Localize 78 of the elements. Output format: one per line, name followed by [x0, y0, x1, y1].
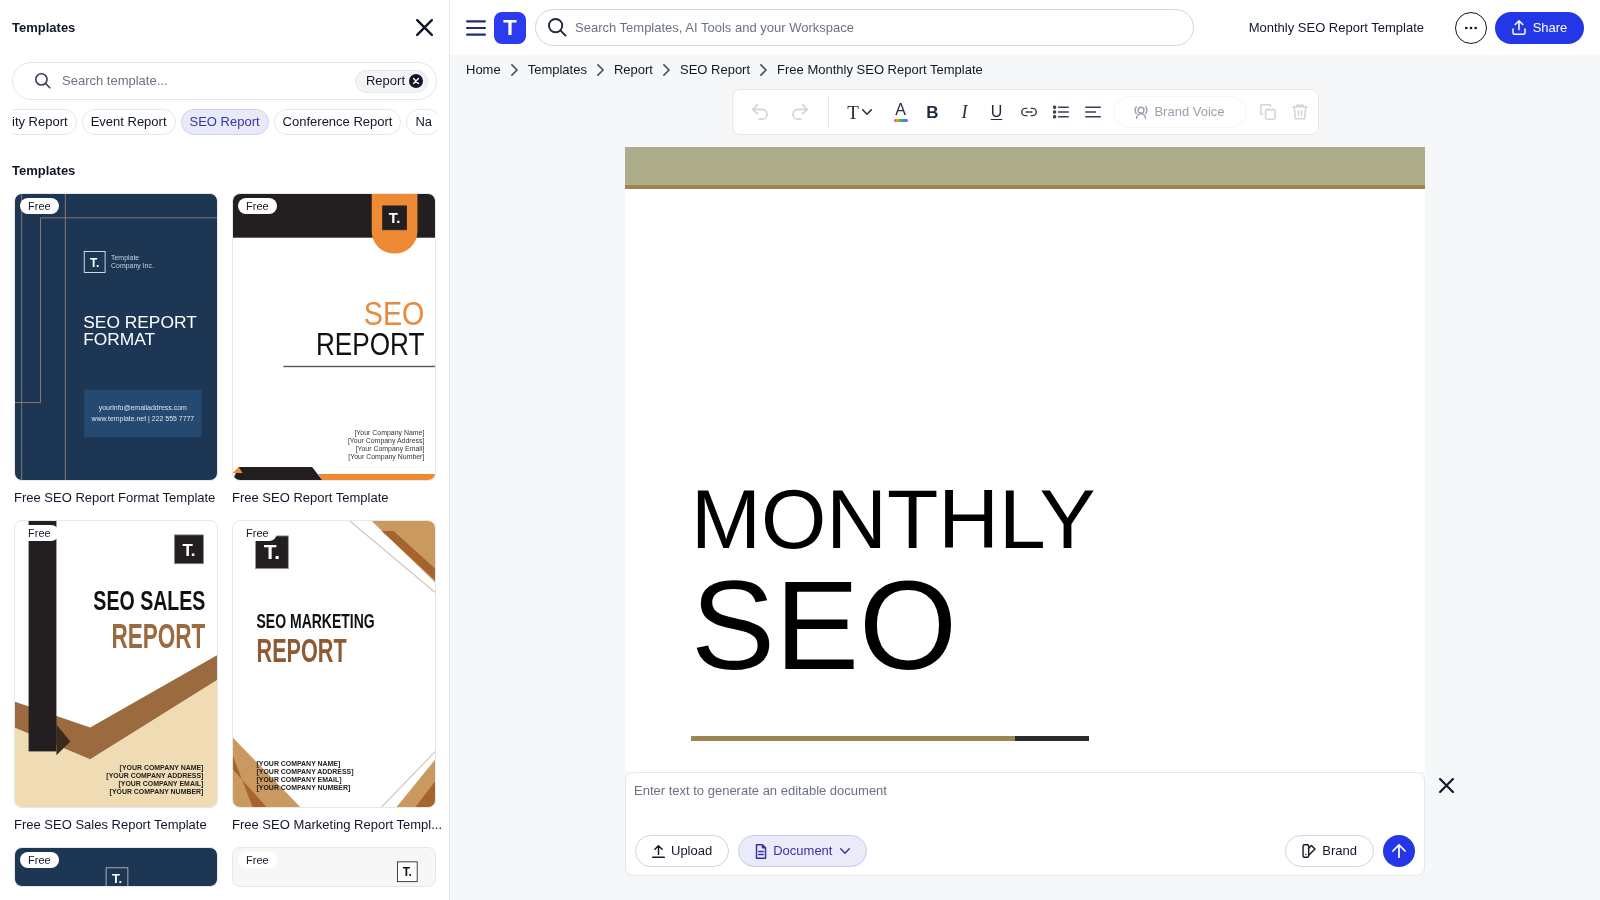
voice-icon: [1134, 105, 1149, 119]
template-title: Free SEO Report Template: [232, 489, 389, 506]
brand-button[interactable]: Brand: [1285, 835, 1374, 867]
search-input[interactable]: Search Templates, AI Tools and your Workspace: [575, 17, 1181, 38]
chevron-right-icon: [510, 64, 518, 76]
upload-button[interactable]: Upload: [635, 835, 730, 867]
document-title: Monthly SEO Report Template: [1248, 18, 1424, 37]
chevron-right-icon: [596, 64, 604, 76]
free-badge: Free: [20, 197, 59, 214]
template-title: Free SEO Marketing Report Templ...: [232, 816, 442, 833]
free-badge: Free: [238, 851, 277, 868]
tag-chip[interactable]: Na: [406, 109, 437, 135]
company-logo: T.: [174, 534, 204, 564]
cover-title: REPORT: [256, 632, 347, 669]
app-logo[interactable]: T: [494, 11, 526, 44]
breadcrumb-link[interactable]: Templates: [527, 60, 587, 80]
document-icon: [755, 843, 768, 859]
filter-chip[interactable]: Report: [354, 69, 428, 93]
close-icon: [1438, 777, 1454, 793]
chevron-down-icon: [840, 848, 851, 854]
prompt-field[interactable]: Enter text to generate an editable document Upload Document Brand: [625, 772, 1425, 876]
underline-button[interactable]: U: [980, 96, 1013, 128]
brand-icon: [1302, 844, 1317, 858]
panel-title: Templates: [12, 18, 76, 37]
section-title: Templates: [12, 162, 77, 180]
upload-icon: [652, 844, 665, 858]
breadcrumb-link[interactable]: Report: [613, 60, 653, 80]
template-thumbnail[interactable]: Free T.: [232, 846, 436, 887]
share-icon: [1511, 20, 1526, 35]
close-icon: [415, 19, 433, 36]
close-button[interactable]: [1436, 775, 1456, 795]
document-type-dropdown[interactable]: Document: [738, 835, 868, 867]
search-icon: [548, 18, 567, 37]
color-bar-icon: [893, 119, 908, 122]
prompt-input[interactable]: Enter text to generate an editable document: [626, 773, 1424, 821]
undo-icon: [751, 104, 768, 120]
cover-heading: MONTHLY: [691, 477, 1096, 561]
copy-icon: [1259, 104, 1276, 120]
cover-title: SEO SALES: [93, 585, 206, 616]
send-button[interactable]: [1383, 835, 1415, 867]
company-logo: T.: [382, 205, 407, 230]
tag-chip[interactable]: Event Report: [81, 109, 176, 135]
italic-button[interactable]: I: [948, 96, 981, 128]
template-title: Free SEO Report Format Template: [14, 489, 216, 506]
menu-button[interactable]: [466, 17, 486, 38]
share-button[interactable]: Share: [1495, 11, 1584, 44]
search-input[interactable]: Search template...: [62, 71, 355, 91]
cover-title: REPORT: [111, 615, 206, 655]
company-logo: T.: [105, 866, 129, 886]
search-icon: [35, 73, 51, 89]
tag-chip[interactable]: SEO Report: [180, 109, 269, 135]
template-title: Free SEO Sales Report Template: [14, 816, 207, 833]
free-badge: Free: [20, 851, 59, 868]
clear-icon: [409, 74, 423, 88]
company-logo: T.: [396, 860, 418, 882]
bold-button[interactable]: B: [916, 96, 949, 128]
company-logo: T.: [83, 250, 106, 273]
tag-chip[interactable]: ity Report: [12, 109, 77, 135]
menu-icon: [466, 19, 486, 36]
chevron-down-icon: [861, 109, 872, 115]
align-left-icon: [1084, 104, 1101, 120]
breadcrumb-link[interactable]: SEO Report: [679, 60, 751, 80]
breadcrumb-current: Free Monthly SEO Report Template: [777, 61, 983, 80]
text-style-button[interactable]: T: [839, 96, 880, 128]
tag-chip[interactable]: Conference Report: [273, 109, 402, 135]
cover-title: SEO MARKETING: [256, 609, 375, 633]
arrow-up-icon: [1392, 844, 1406, 858]
template-thumbnail[interactable]: Free T.: [14, 846, 218, 887]
list-icon: [1052, 104, 1069, 120]
trash-icon: [1291, 104, 1308, 120]
cover-heading: SEO: [691, 563, 958, 689]
text-color-button[interactable]: A: [884, 96, 917, 128]
chevron-right-icon: [760, 64, 768, 76]
breadcrumb-link[interactable]: Home: [466, 60, 501, 80]
more-icon: [1465, 25, 1477, 30]
chevron-right-icon: [662, 64, 670, 76]
close-button[interactable]: [413, 16, 435, 39]
redo-icon: [791, 104, 808, 120]
